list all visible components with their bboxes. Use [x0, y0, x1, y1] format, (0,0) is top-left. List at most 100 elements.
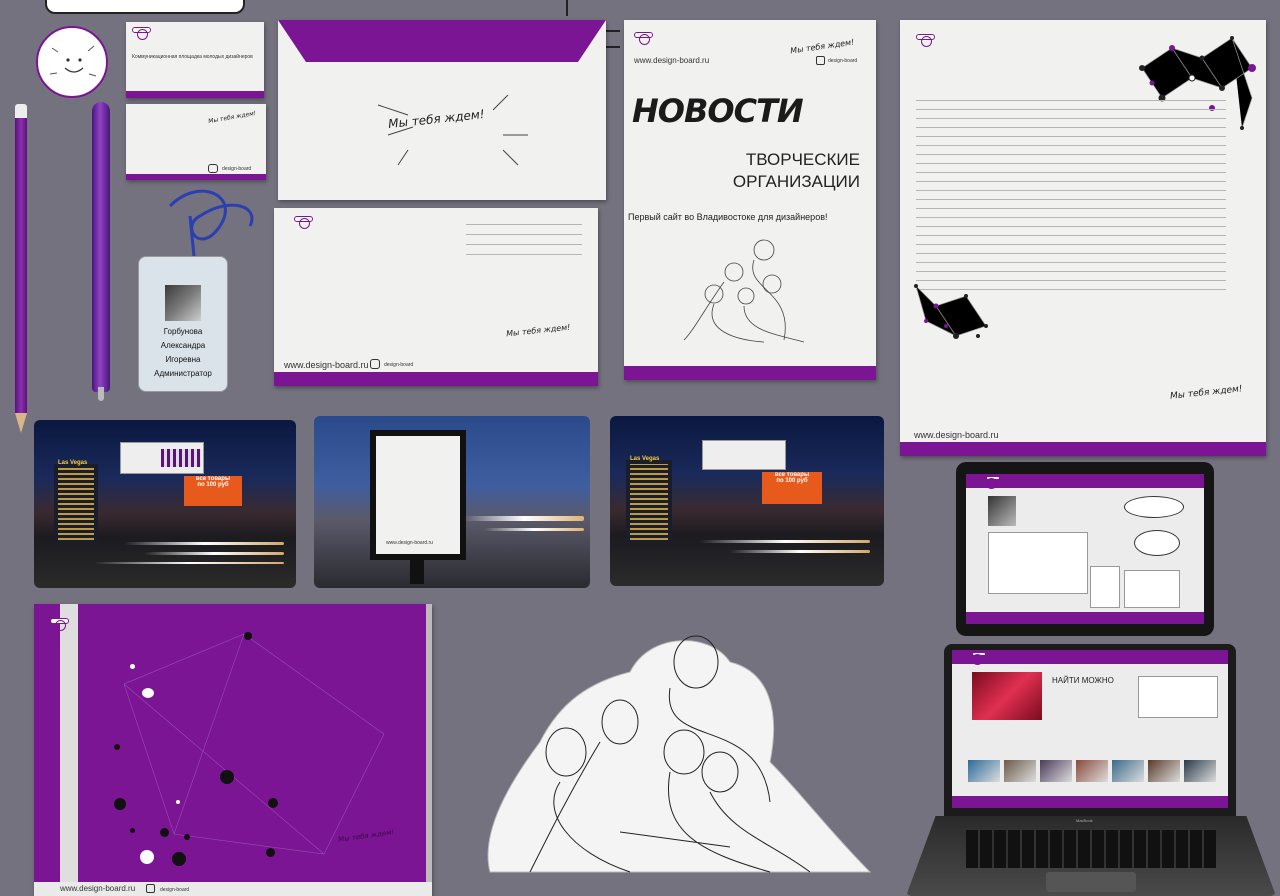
dot — [220, 770, 234, 784]
poster-tagline: Первый сайт во Владивостоке для дизайнер… — [628, 212, 828, 222]
poster-title: НОВОСТИ — [632, 92, 804, 130]
envelope-front: Мы тебя ждем! www.design-board.ru design… — [274, 208, 598, 386]
poster-url: www.design-board.ru — [634, 56, 710, 65]
instagram-icon — [370, 359, 380, 369]
ruled-line — [916, 271, 1226, 272]
ruled-line — [916, 217, 1226, 218]
ruled-line — [916, 262, 1226, 263]
designers-illustration — [487, 635, 872, 873]
envelope-flap — [278, 20, 606, 62]
profile-photo — [988, 496, 1016, 526]
ruled-line — [916, 118, 1226, 119]
ruled-line — [916, 145, 1226, 146]
keyboard — [966, 830, 1216, 868]
sketch-lines — [377, 94, 528, 166]
address-line — [466, 234, 582, 235]
thumbnail[interactable] — [1004, 760, 1036, 782]
ruled-line — [916, 136, 1226, 137]
poster-mockup: www.design-board.ru — [376, 436, 460, 554]
network-graphic — [914, 284, 988, 339]
pencil — [15, 104, 27, 434]
ruled-line — [916, 172, 1226, 173]
instagram-icon — [208, 164, 218, 173]
folder-footer: www.design-board.ru design-board — [34, 882, 432, 896]
brand-logo — [294, 216, 313, 229]
dot — [130, 664, 135, 669]
envelope-stripe — [274, 372, 598, 386]
message-box — [988, 532, 1088, 594]
badge-name-2: Александра — [160, 341, 206, 350]
id-badge: Горбунова Александра Игоревна Администра… — [138, 256, 228, 392]
thumbnail[interactable] — [1148, 760, 1180, 782]
ruled-line — [916, 226, 1226, 227]
dot — [176, 800, 180, 804]
stand-leg — [410, 560, 424, 584]
news-poster: www.design-board.ru Мы тебя ждем! design… — [624, 20, 876, 380]
ruled-line — [916, 163, 1226, 164]
site-header — [952, 650, 1228, 665]
light-streak — [484, 528, 584, 531]
building — [626, 460, 672, 544]
site-header — [966, 474, 1204, 489]
business-card-text: Коммуникационная площадка молодых дизайн… — [132, 54, 253, 60]
thumbnail[interactable] — [1112, 760, 1144, 782]
orange-billboard-line-2: по 100 руб — [776, 478, 808, 484]
find-label: НАЙТИ МОЖНО — [1052, 676, 1114, 685]
thumbnail[interactable] — [1076, 760, 1108, 782]
speech-bubble — [1124, 496, 1184, 518]
laptop-screen: НАЙТИ МОЖНО — [952, 650, 1228, 808]
smiley-sticker — [36, 26, 108, 98]
envelope-back: Мы тебя ждем! — [278, 20, 606, 200]
letterhead: Мы тебя ждем! www.design-board.ru — [900, 20, 1266, 456]
business-card-front: Коммуникационная площадка молодых дизайн… — [126, 22, 264, 98]
network-graphic — [1139, 36, 1256, 130]
laptop-device: НАЙТИ МОЖНО — [944, 644, 1236, 816]
thumbnail[interactable] — [1184, 760, 1216, 782]
people-graphic — [161, 449, 201, 467]
site-footer — [966, 612, 1204, 624]
poster-subtitle-1: ТВОРЧЕСКИЕ — [745, 150, 860, 169]
city-sign: Las Vegas — [58, 460, 88, 466]
badge-role: Администратор — [154, 369, 212, 378]
letterhead-slogan: Мы тебя ждем! — [1169, 384, 1243, 402]
brand-logo — [972, 652, 986, 665]
folder-url: www.design-board.ru — [60, 884, 136, 893]
instagram-icon — [146, 884, 155, 893]
ruled-line — [916, 199, 1226, 200]
thumbnail[interactable] — [968, 760, 1000, 782]
badge-photo — [165, 285, 201, 321]
poster-instagram: design-board — [828, 58, 858, 64]
poster-stripe — [624, 366, 876, 380]
hero-image — [972, 672, 1042, 720]
orange-billboard: все товары по 100 руб — [762, 472, 822, 504]
dot — [266, 848, 275, 857]
pen — [88, 102, 116, 402]
lanyard-icon — [168, 189, 254, 257]
address-line — [466, 244, 582, 245]
letterhead-stripe — [900, 442, 1266, 456]
laptop-brand: MacBook — [1076, 818, 1093, 823]
brand-logo — [50, 618, 69, 631]
dot — [114, 744, 120, 750]
trackpad — [1046, 872, 1136, 892]
brand-logo — [916, 34, 935, 47]
billboard-mockup — [120, 442, 204, 474]
light-streak — [94, 562, 284, 564]
brand-logo — [634, 32, 653, 45]
dot — [184, 834, 190, 840]
street-poster-photo: www.design-board.ru — [314, 416, 590, 588]
billboard-photo-1: Las Vegas все товары по 100 руб — [34, 420, 296, 588]
arrow-marker — [566, 0, 568, 16]
categories-box — [1124, 570, 1180, 608]
dot — [268, 798, 278, 808]
envelope-url: www.design-board.ru — [284, 360, 369, 370]
badge-name-1: Горбунова — [163, 327, 203, 336]
thumbnail[interactable] — [1040, 760, 1072, 782]
card-slogan: Мы тебя ждем! — [207, 109, 257, 126]
purple-folder: Мы тебя ждем! www.design-board.ru design… — [34, 604, 432, 896]
light-streak — [700, 540, 870, 543]
folder-edge — [426, 604, 432, 896]
card-instagram: design-board — [222, 166, 252, 172]
dot — [114, 798, 126, 810]
card-stripe — [126, 174, 266, 180]
